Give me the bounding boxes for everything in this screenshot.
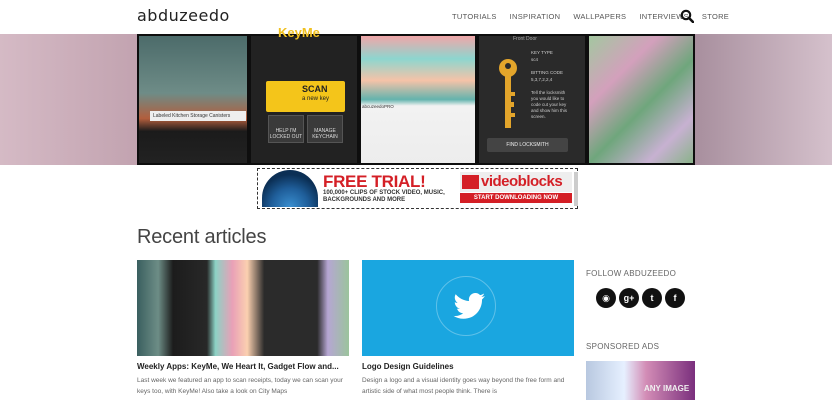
social-links: ◉ g+ t f bbox=[596, 288, 685, 308]
key-info-0: KEY TYPE bbox=[531, 50, 553, 55]
ad-brand: videoblocks bbox=[481, 173, 563, 190]
main-nav: TUTORIALS INSPIRATION WALLPAPERS INTERVI… bbox=[452, 12, 742, 21]
recent-articles-heading: Recent articles bbox=[137, 226, 267, 248]
twitter-bird-icon bbox=[453, 293, 485, 319]
tile-locked-out-label: HELP I'M LOCKED OUT bbox=[269, 128, 303, 140]
google-plus-icon[interactable]: g+ bbox=[619, 288, 639, 308]
nav-wallpapers[interactable]: WALLPAPERS bbox=[573, 12, 626, 21]
site-logo[interactable]: abduzeedo bbox=[137, 6, 230, 25]
nav-tutorials[interactable]: TUTORIALS bbox=[452, 12, 497, 21]
article-title-1[interactable]: Weekly Apps: KeyMe, We Heart It, Gadget … bbox=[137, 362, 339, 371]
facebook-icon[interactable]: f bbox=[665, 288, 685, 308]
sponsored-ad-text: ANY IMAGE bbox=[644, 384, 690, 393]
sponsored-heading: SPONSORED ADS bbox=[586, 342, 660, 351]
hero-banner[interactable] bbox=[0, 34, 832, 165]
nav-store[interactable]: STORE bbox=[702, 12, 729, 21]
tile-manage-keychain-label: MANAGE KEYCHAIN bbox=[312, 128, 338, 140]
article-thumbnail-1[interactable] bbox=[137, 260, 349, 356]
sponsored-ad-image[interactable] bbox=[586, 361, 695, 400]
keyme-logo: KeyMe bbox=[278, 25, 320, 40]
front-door-label: Front Door bbox=[513, 36, 537, 42]
twitter-icon[interactable]: t bbox=[642, 288, 662, 308]
key-info-3: 5,3,7,2,2,4 bbox=[531, 77, 553, 82]
site-header: abduzeedo TUTORIALS INSPIRATION WALLPAPE… bbox=[0, 0, 832, 34]
find-locksmith-button: FIND LOCKSMITH bbox=[487, 138, 568, 152]
key-info-2: BITTING CODE bbox=[531, 70, 564, 75]
article-excerpt-2: Design a logo and a visual identity goes… bbox=[362, 377, 565, 395]
scan-subtitle: a new key bbox=[302, 96, 330, 102]
ad-side-strip bbox=[574, 172, 578, 206]
rss-icon[interactable]: ◉ bbox=[596, 288, 616, 308]
follow-heading: FOLLOW ABDUZEEDO bbox=[586, 269, 677, 278]
hero-left-blur bbox=[0, 34, 137, 165]
phone-screen-1 bbox=[137, 34, 249, 165]
key-info-1: sc4 bbox=[531, 57, 539, 62]
ad-cta-button[interactable]: START DOWNLOADING NOW bbox=[460, 193, 572, 203]
phone-screen-3 bbox=[359, 34, 477, 165]
hero-right-blur bbox=[695, 34, 832, 165]
insta-username: abcuzeedoPRO bbox=[362, 104, 394, 109]
key-info-8: screen. bbox=[531, 114, 546, 119]
search-icon[interactable] bbox=[680, 9, 694, 23]
ad-headline: FREE TRIAL! bbox=[323, 172, 426, 191]
article-excerpt-1: Last week we featured an app to scan rec… bbox=[137, 377, 343, 395]
ad-subtext: 100,000+ CLIPS OF STOCK VIDEO, MUSIC, BA… bbox=[323, 190, 445, 203]
article-title-2[interactable]: Logo Design Guidelines bbox=[362, 362, 454, 371]
scan-title: SCAN bbox=[302, 84, 328, 94]
phone-screen-5 bbox=[587, 34, 695, 165]
nav-inspiration[interactable]: INSPIRATION bbox=[510, 12, 561, 21]
kitchen-caption: Labeled Kitchen Storage Canisters bbox=[150, 111, 246, 121]
key-icon bbox=[499, 59, 517, 128]
videoblocks-logo-icon bbox=[462, 175, 479, 189]
